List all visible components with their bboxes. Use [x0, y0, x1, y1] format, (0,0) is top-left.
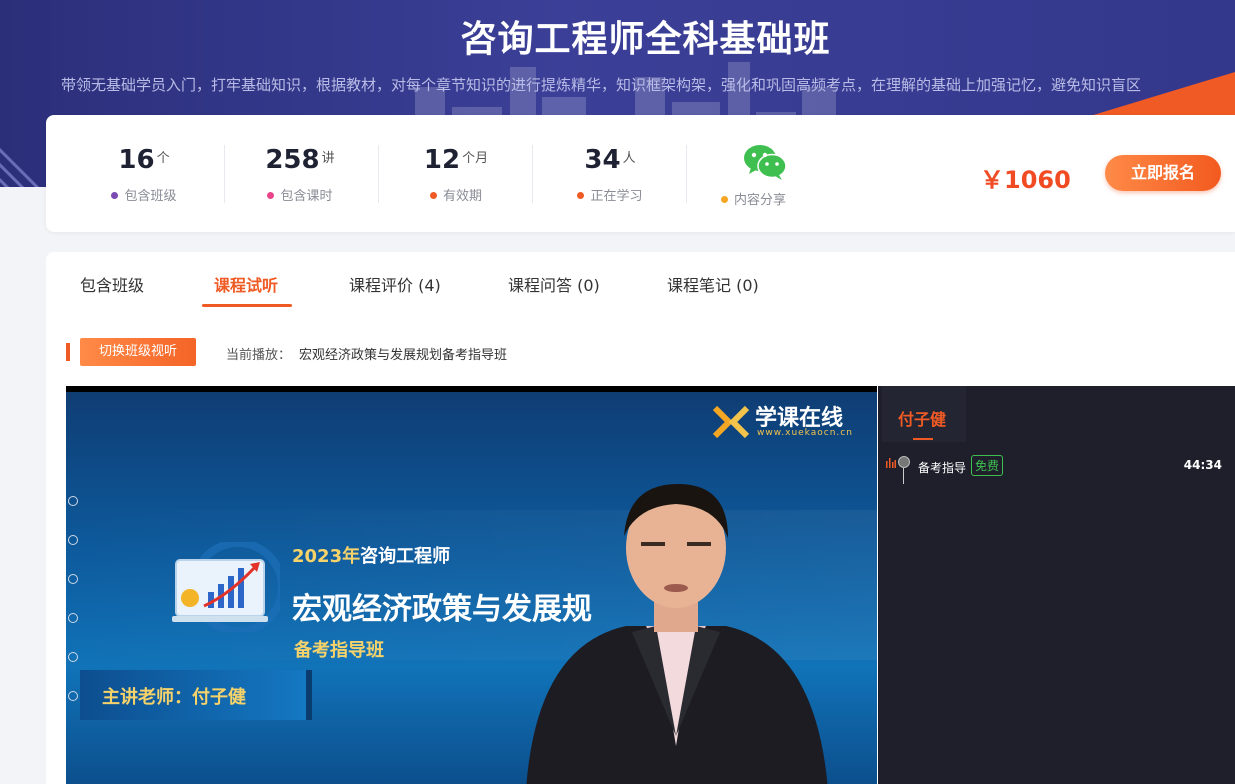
stat-unit: 讲 [321, 151, 335, 166]
active-tab-indicator [202, 304, 292, 307]
teacher-name: 主讲老师：付子健 [102, 687, 246, 708]
stat-validity: 12 个月 有效期 [396, 145, 516, 204]
playlist-teacher-tab[interactable]: 付子健 [882, 386, 966, 442]
stat-value: 34 [584, 145, 621, 175]
orange-dot-icon [429, 192, 437, 199]
logo-url: www.xuekaocn.cn [757, 428, 853, 438]
stat-label: 包含课时 [280, 189, 333, 204]
section-marker [66, 343, 70, 361]
stat-unit: 人 [622, 151, 636, 166]
logo-mark-icon [712, 405, 750, 439]
xuekao-logo: 学课在线 www.xuekaocn.cn [707, 398, 867, 444]
course-stats-card: 16 个 包含班级 258 讲 包含课时 12 个月 有效期 34 人 正在学习 内容分… [46, 115, 1235, 232]
progress-knob-icon [898, 456, 910, 468]
play-control-icon[interactable] [68, 496, 78, 506]
stat-label: 包含班级 [124, 189, 177, 204]
timeline-line [903, 468, 904, 484]
lecturer-figure [526, 484, 828, 784]
decorative-stripes [0, 147, 40, 187]
stat-value: 12 [423, 145, 461, 175]
video-subtitle: 备考指导班 [294, 640, 384, 661]
stat-label: 正在学习 [590, 189, 643, 204]
divider [224, 145, 225, 203]
note-control-icon[interactable] [68, 613, 78, 623]
stat-label: 有效期 [442, 189, 482, 204]
playlist-tab-indicator [913, 438, 933, 440]
playlist-teacher-name: 付子健 [898, 410, 947, 429]
laptop-chart-icon [172, 542, 280, 632]
switch-class-button[interactable]: 切换班级视听 [80, 338, 196, 366]
now-playing-prefix: 当前播放： [226, 348, 292, 363]
stat-learners: 34 人 正在学习 [550, 145, 670, 204]
enroll-button[interactable]: 立即报名 [1105, 155, 1221, 191]
stat-unit: 个月 [462, 151, 489, 166]
stat-value: 16 [118, 145, 155, 175]
stat-lessons: 258 讲 包含课时 [240, 145, 360, 204]
stat-classes: 16 个 包含班级 [84, 145, 204, 204]
edit-control-icon[interactable] [68, 574, 78, 584]
course-description: 带领无基础学员入门，打牢基础知识，根据教材，对每个章节知识的进行提炼精华，知识框… [61, 76, 1142, 94]
course-price: ￥1060 [980, 166, 1071, 194]
orange-dot-icon [577, 192, 585, 199]
share-label: 内容分享 [734, 193, 787, 208]
video-player[interactable]: 学课在线 www.xuekaocn.cn 2023年咨询工程师 宏观经济政策与发… [66, 386, 877, 784]
divider [686, 145, 687, 203]
purple-dot-icon [111, 192, 119, 199]
tab-course-qa[interactable]: 课程问答 (0) [508, 272, 600, 296]
lesson-playlist: 付子健 备考指导 免费 44:34 [877, 386, 1235, 784]
video-year: 2023年 [292, 546, 361, 567]
video-year-line: 2023年咨询工程师 [292, 542, 450, 568]
stat-value: 258 [265, 145, 320, 175]
more-control-icon[interactable] [68, 652, 78, 662]
lesson-name: 备考指导 [918, 461, 967, 475]
video-exam: 咨询工程师 [360, 546, 451, 567]
yellow-dot-icon [721, 196, 728, 203]
pink-dot-icon [267, 192, 275, 199]
tab-course-reviews[interactable]: 课程评价 (4) [349, 272, 441, 296]
now-playing: 当前播放： 宏观经济政策与发展规划备考指导班 [226, 344, 507, 363]
wechat-icon[interactable] [743, 143, 787, 181]
stat-unit: 个 [156, 151, 170, 166]
page-title: 咨询工程师全科基础班 [460, 19, 831, 60]
share-label-group: 内容分享 [721, 189, 786, 208]
tab-included-classes[interactable]: 包含班级 [80, 272, 144, 296]
divider [378, 145, 379, 203]
rewind-control-icon[interactable] [68, 535, 78, 545]
tab-course-preview[interactable]: 课程试听 [214, 272, 278, 296]
settings-control-icon[interactable] [68, 691, 78, 701]
free-badge: 免费 [971, 455, 1004, 476]
tab-course-notes[interactable]: 课程笔记 (0) [667, 272, 759, 296]
teacher-banner: 主讲老师：付子健 [80, 670, 312, 720]
playlist-item[interactable]: 备考指导 免费 44:34 [878, 454, 1235, 484]
playing-bars-icon [886, 458, 896, 468]
now-playing-title: 宏观经济政策与发展规划备考指导班 [299, 348, 508, 363]
divider [532, 145, 533, 203]
lesson-duration: 44:34 [1183, 458, 1222, 472]
course-content-panel: 包含班级 课程试听 课程评价 (4) 课程问答 (0) 课程笔记 (0) 切换班… [46, 252, 1235, 784]
